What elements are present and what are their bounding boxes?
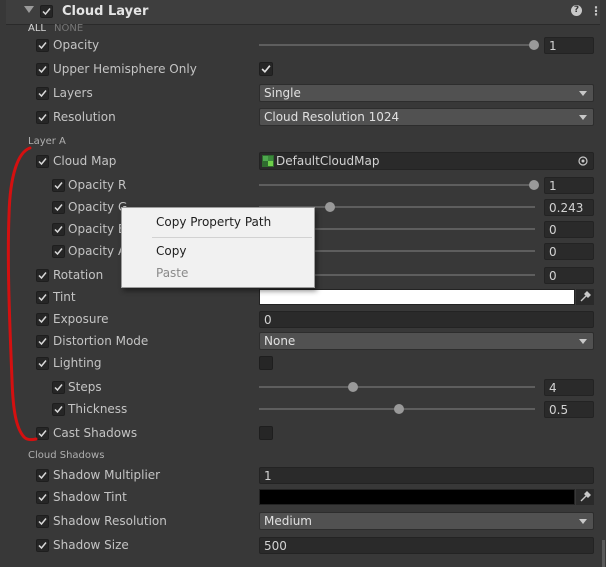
menu-separator xyxy=(152,237,312,238)
context-menu: Copy Property Path Copy Paste xyxy=(121,207,315,288)
copy-menu-item[interactable]: Copy xyxy=(156,244,186,258)
paste-menu-item[interactable]: Paste xyxy=(156,266,188,280)
copy-property-path-menu-item[interactable]: Copy Property Path xyxy=(156,215,271,229)
